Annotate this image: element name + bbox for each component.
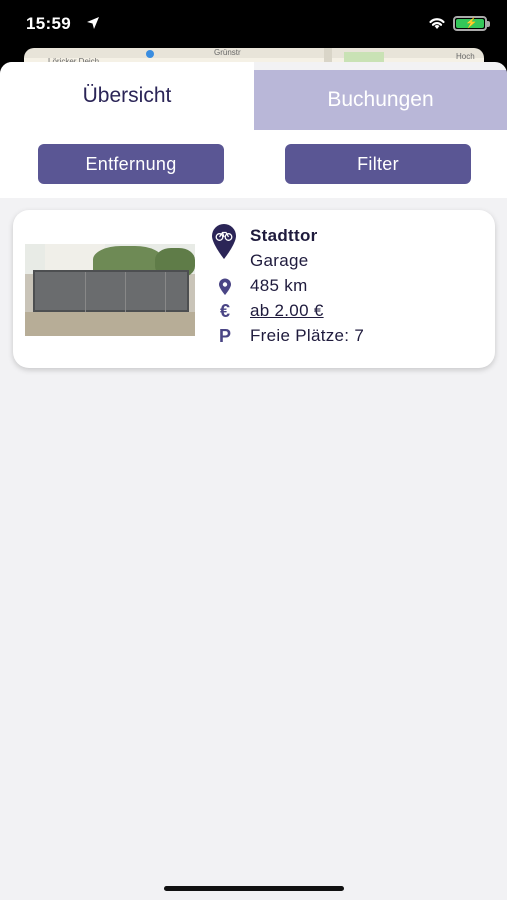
distance-sort-button[interactable]: Entfernung <box>38 144 224 184</box>
tab-overview[interactable]: Übersicht <box>0 62 254 130</box>
battery-icon: ⚡ <box>453 16 490 31</box>
filter-button[interactable]: Filter <box>285 144 471 184</box>
status-bar: 15:59 ⚡ <box>0 0 507 48</box>
wifi-icon <box>429 18 445 29</box>
tab-bookings[interactable]: Buchungen <box>254 70 507 130</box>
tab-bar: Übersicht Buchungen <box>0 62 507 130</box>
listing-distance: 485 km <box>250 276 308 295</box>
parking-icon: P <box>218 325 231 346</box>
bottom-sheet: Übersicht Buchungen Entfernung Filter St… <box>0 62 507 900</box>
listing-price-link[interactable]: ab 2.00 € <box>250 301 324 321</box>
listing-photo <box>25 244 195 336</box>
sort-filter-bar: Entfernung Filter <box>0 130 507 198</box>
map-location-icon <box>146 50 154 58</box>
location-arrow-icon <box>87 17 99 29</box>
home-indicator <box>164 886 344 891</box>
location-pin-icon <box>219 278 231 295</box>
status-time: 15:59 <box>26 14 71 33</box>
listing-title: Stadttor <box>250 226 318 245</box>
euro-icon: € <box>219 300 230 321</box>
map-label-top: Grünstr <box>214 48 241 57</box>
listing-card[interactable]: Stadttor Garage 485 km € ab 2.00 € P Fre… <box>13 210 495 368</box>
bike-location-pin-icon <box>212 224 236 259</box>
listing-type: Garage <box>250 251 309 270</box>
listing-free-spots: Freie Plätze: 7 <box>250 326 365 345</box>
